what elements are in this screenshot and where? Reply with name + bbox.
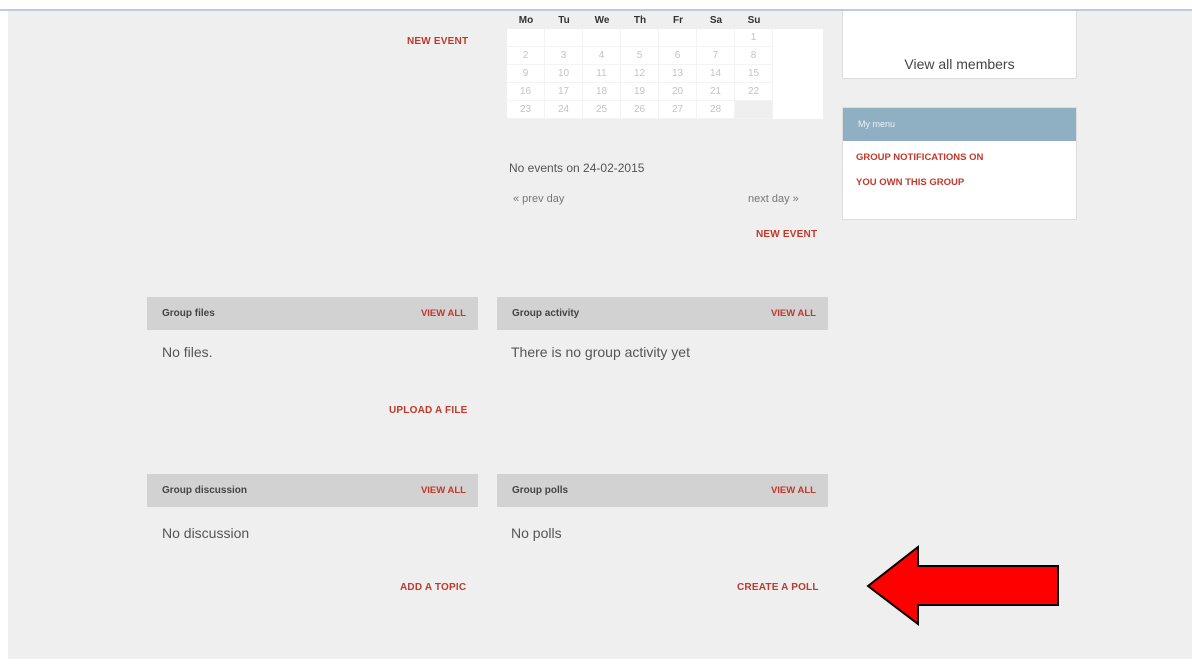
calendar-day[interactable]: 18 xyxy=(583,83,621,101)
calendar-day[interactable]: 10 xyxy=(545,65,583,83)
group-polls-view-all[interactable]: VIEW ALL xyxy=(771,474,816,507)
calendar-empty-cell xyxy=(621,29,659,47)
group-activity-view-all[interactable]: VIEW ALL xyxy=(771,297,816,330)
no-discussion-text: No discussion xyxy=(162,525,250,541)
group-files-title: Group files xyxy=(162,308,215,319)
group-notifications-link[interactable]: GROUP NOTIFICATIONS ON xyxy=(856,152,1076,163)
calendar-day[interactable]: 8 xyxy=(735,47,773,65)
calendar-grid: 1 2 3 4 5 6 7 8 9 10 11 12 13 14 15 16 17 18 19 20 21 22 23 24 2… xyxy=(507,29,823,119)
group-polls-title: Group polls xyxy=(512,485,569,496)
weekday-label: Th xyxy=(633,14,647,26)
no-activity-text: There is no group activity yet xyxy=(511,344,690,360)
calendar-empty-cell xyxy=(735,101,773,119)
calendar-day[interactable]: 2 xyxy=(507,47,545,65)
calendar-day[interactable]: 20 xyxy=(659,83,697,101)
calendar-day[interactable]: 19 xyxy=(621,83,659,101)
my-menu-header: My menu xyxy=(843,108,1076,141)
weekday-label: Mo xyxy=(518,14,534,26)
weekday-label: We xyxy=(594,14,610,26)
calendar-day[interactable]: 17 xyxy=(545,83,583,101)
calendar-empty-cell xyxy=(545,29,583,47)
group-activity-header: Group activity VIEW ALL xyxy=(497,297,828,330)
calendar-empty-cell xyxy=(583,29,621,47)
calendar-day[interactable]: 14 xyxy=(697,65,735,83)
group-discussion-header: Group discussion VIEW ALL xyxy=(147,474,478,507)
calendar-day[interactable]: 21 xyxy=(697,83,735,101)
calendar-week-row: 16 17 18 19 20 21 22 xyxy=(507,83,823,101)
my-menu: My menu GROUP NOTIFICATIONS ON YOU OWN T… xyxy=(842,107,1077,220)
calendar-empty-cell xyxy=(659,29,697,47)
calendar-day[interactable]: 5 xyxy=(621,47,659,65)
view-all-members-link[interactable]: View all members xyxy=(843,56,1076,72)
new-event-link-left[interactable]: NEW EVENT xyxy=(407,36,468,47)
own-group-link[interactable]: YOU OWN THIS GROUP xyxy=(856,177,1076,188)
weekday-label: Sa xyxy=(709,14,723,26)
calendar-day[interactable]: 7 xyxy=(697,47,735,65)
calendar-week-row: 23 24 25 26 27 28 xyxy=(507,101,823,119)
calendar-day[interactable]: 11 xyxy=(583,65,621,83)
calendar-day[interactable]: 28 xyxy=(697,101,735,119)
group-activity-title: Group activity xyxy=(512,308,580,319)
weekday-label: Su xyxy=(747,14,761,26)
new-event-link-right[interactable]: NEW EVENT xyxy=(756,229,817,240)
weekday-label: Fr xyxy=(673,14,683,26)
calendar-day[interactable]: 27 xyxy=(659,101,697,119)
group-discussion-view-all[interactable]: VIEW ALL xyxy=(421,474,466,507)
calendar-empty-cell xyxy=(507,29,545,47)
group-polls-header: Group polls VIEW ALL xyxy=(497,474,828,507)
calendar-day[interactable]: 12 xyxy=(621,65,659,83)
calendar-week-row: 1 xyxy=(507,29,823,47)
calendar-day[interactable]: 6 xyxy=(659,47,697,65)
calendar-day[interactable]: 1 xyxy=(735,29,773,47)
calendar-day[interactable]: 23 xyxy=(507,101,545,119)
calendar-day[interactable]: 4 xyxy=(583,47,621,65)
group-files-header: Group files VIEW ALL xyxy=(147,297,478,330)
calendar-week-row: 9 10 11 12 13 14 15 xyxy=(507,65,823,83)
prev-day-link[interactable]: « prev day xyxy=(513,193,564,205)
add-topic-link[interactable]: ADD A TOPIC xyxy=(400,582,466,593)
no-polls-text: No polls xyxy=(511,525,562,541)
calendar-day[interactable]: 24 xyxy=(545,101,583,119)
calendar-day[interactable]: 22 xyxy=(735,83,773,101)
calendar-day[interactable]: 9 xyxy=(507,65,545,83)
group-discussion-title: Group discussion xyxy=(162,485,248,496)
calendar-day[interactable]: 13 xyxy=(659,65,697,83)
calendar-week-row: 2345678 xyxy=(507,47,823,65)
calendar-empty-cell xyxy=(697,29,735,47)
calendar-day[interactable]: 26 xyxy=(621,101,659,119)
calendar-weekday-header: Mo Tu We Th Fr Sa Su xyxy=(507,11,823,29)
calendar-day[interactable]: 25 xyxy=(583,101,621,119)
upload-file-link[interactable]: UPLOAD A FILE xyxy=(389,405,468,416)
no-files-text: No files. xyxy=(162,344,213,360)
calendar-day[interactable]: 3 xyxy=(545,47,583,65)
weekday-label: Tu xyxy=(558,14,570,26)
members-box: View all members xyxy=(842,11,1077,79)
no-events-text: No events on 24-02-2015 xyxy=(509,161,645,175)
create-poll-link[interactable]: CREATE A POLL xyxy=(737,582,819,593)
group-files-view-all[interactable]: VIEW ALL xyxy=(421,297,466,330)
calendar-day[interactable]: 16 xyxy=(507,83,545,101)
left-arrow-icon xyxy=(866,545,1059,627)
next-day-link[interactable]: next day » xyxy=(748,193,799,205)
calendar-day[interactable]: 15 xyxy=(735,65,773,83)
calendar: Mo Tu We Th Fr Sa Su 1 2 3 4 5 6 7 8 9 10 11 12 13 14 15 16 17… xyxy=(507,11,823,119)
